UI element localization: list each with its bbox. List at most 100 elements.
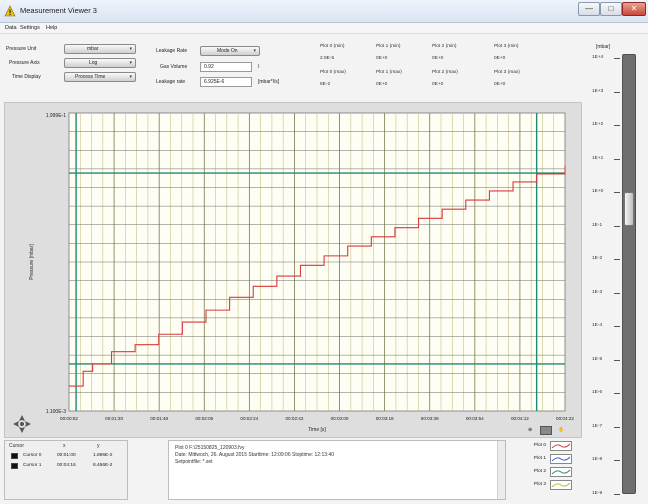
plot-3-max-value: 0E+0: [494, 82, 506, 87]
x-axis-label: Time [s]: [308, 427, 326, 433]
slider-thumb[interactable]: [624, 192, 634, 227]
legend-swatch-plot-1[interactable]: [550, 454, 572, 464]
x-tick-label: 00:01:30: [105, 416, 123, 421]
leakage-rate-unit: [mbar*l/s]: [258, 79, 280, 85]
plot-0-min-value: 2.9E-5: [320, 56, 335, 61]
pressure-axis-select[interactable]: Log ▾: [64, 58, 136, 68]
legend-swatch-plot-2[interactable]: [550, 467, 572, 477]
legend-swatch-plot-0[interactable]: [550, 441, 572, 451]
warning-icon: [4, 5, 16, 17]
gas-volume-label: Gas Volume: [160, 64, 188, 70]
maximize-button[interactable]: □: [600, 2, 622, 16]
minimize-button[interactable]: —: [578, 2, 600, 16]
x-tick-label: 00:02:42: [286, 416, 304, 421]
right-scale-tick: [614, 292, 620, 294]
pressure-range-slider[interactable]: [622, 54, 636, 494]
pressure-unit-select[interactable]: mbar ▾: [64, 44, 136, 54]
menu-data[interactable]: Data: [5, 25, 17, 31]
cursor-x: 00:01:00: [57, 453, 76, 458]
time-display-value: Process Time: [75, 74, 106, 80]
x-tick-label: 00:04:12: [511, 416, 529, 421]
legend-swatch-plot-3[interactable]: [550, 480, 572, 490]
right-scale-tick-label: 1E+3: [592, 88, 604, 94]
title-bar: Measurement Viewer 3 — □ ✕: [0, 0, 648, 23]
cursor-column-header: Cursor: [9, 443, 25, 449]
cursor-color-swatch[interactable]: [11, 463, 18, 469]
plot-1-min-header: Plot 1 (min): [376, 44, 401, 49]
cursor-color-swatch[interactable]: [11, 453, 18, 459]
right-scale-tick: [614, 91, 620, 93]
plot-0-max-header: Plot 0 (max): [320, 70, 346, 75]
right-scale-unit: [mbar]: [596, 44, 611, 50]
plot-1-min-value: 0E+0: [376, 56, 388, 61]
x-tick-label: 00:03:00: [331, 416, 349, 421]
plot-1-max-value: 0E+0: [376, 82, 388, 87]
window-title: Measurement Viewer 3: [20, 6, 97, 15]
y-top-label: 1.999E-1: [46, 113, 67, 119]
right-scale-tick-label: 1E-7: [592, 423, 603, 429]
right-scale-tick: [614, 359, 620, 361]
close-button[interactable]: ✕: [622, 2, 646, 16]
right-scale-tick: [614, 426, 620, 428]
plot-3-min-value: 0E+0: [494, 56, 506, 61]
right-scale-tick-label: 1E+0: [592, 189, 604, 195]
plot-0-min-header: Plot 0 (min): [320, 44, 345, 49]
cursor-name: Cursor 1: [23, 463, 42, 468]
leakage-rate-mode-value: Mode On: [217, 48, 238, 54]
right-scale-tick-label: 1E-1: [592, 222, 603, 228]
right-scale-tick-label: 1E-2: [592, 256, 603, 262]
leakage-rate-mode-select[interactable]: Mode On ▾: [200, 46, 260, 56]
right-scale-tick: [614, 460, 620, 462]
x-tick-label: 00:00:52: [60, 416, 78, 421]
chevron-down-icon: ▾: [253, 48, 256, 54]
y-bottom-label: 1.100E-3: [46, 409, 67, 415]
right-scale-tick-label: 1E+4: [592, 55, 604, 60]
right-scale-tick: [614, 225, 620, 227]
chart-panel[interactable]: 1.999E-1 1.100E-3 Pressure [mbar] 00:00:52 0…: [4, 102, 582, 438]
chevron-down-icon: ▾: [129, 46, 132, 52]
plot-2-min-value: 0E+0: [432, 56, 444, 61]
x-column-header: x: [63, 443, 66, 449]
hand-tool-icon[interactable]: ✋: [558, 427, 564, 433]
selection-tool-icon[interactable]: [540, 426, 552, 435]
plot-legend: Plot 0 Plot 1 Plot 2 Plot 3: [524, 440, 580, 496]
time-display-select[interactable]: Process Time ▾: [64, 72, 136, 82]
x-tick-label: 00:01:48: [150, 416, 168, 421]
x-tick-label: 00:02:24: [240, 416, 258, 421]
leakage-rate-field: 6.925E-6: [200, 77, 252, 87]
file-info-box[interactable]: Plot 0 F:\25150825_120903.fvy Date: Mitt…: [168, 440, 506, 500]
cursor-y: 1.896E-2: [93, 453, 113, 458]
info-scrollbar[interactable]: [497, 441, 505, 499]
right-scale-tick-label: 1E-6: [592, 390, 603, 396]
right-scale-tick-label: 1E-5: [592, 356, 603, 362]
plot-1-max-header: Plot 1 (max): [376, 70, 402, 75]
plot-2-max-header: Plot 2 (max): [432, 70, 458, 75]
application-window: Measurement Viewer 3 — □ ✕ Data Settings…: [0, 0, 648, 504]
right-scale-tick: [614, 259, 620, 261]
y-axis-label: Pressure [mbar]: [29, 244, 35, 280]
right-scale-tick: [614, 192, 620, 194]
legend-label-plot-1: Plot 1: [533, 456, 546, 461]
info-line: Date: Mittwoch, 26. August 2015 Starttim…: [175, 452, 334, 458]
pan-tool-icon[interactable]: [12, 414, 32, 434]
chevron-down-icon: ▾: [129, 74, 132, 80]
chevron-down-icon: ▾: [129, 60, 132, 66]
legend-label-plot-2: Plot 2: [533, 469, 546, 474]
x-tick-label: 00:03:36: [421, 416, 439, 421]
cursor-x: 00:04:16: [57, 463, 76, 468]
x-tick-label: 00:03:18: [376, 416, 394, 421]
menu-help[interactable]: Help: [46, 25, 57, 31]
right-scale-tick: [614, 326, 620, 328]
zoom-icon[interactable]: ⊕: [528, 427, 532, 433]
right-scale: 1E+4 1E+3 1E+2 1E+1 1E+0 1E-1 1E-2 1E-3 1E-4 1E-5…: [582, 52, 648, 500]
gas-volume-input[interactable]: 0.92: [200, 62, 252, 72]
pressure-chart[interactable]: 1.999E-1 1.100E-3 Pressure [mbar] 00:00:52 0…: [5, 103, 583, 439]
legend-label-plot-0: Plot 0: [533, 443, 546, 448]
right-scale-tick: [614, 393, 620, 395]
leakage-rate-label: Leakage rate: [156, 79, 186, 85]
menu-settings[interactable]: Settings: [20, 25, 40, 31]
right-scale-tick-label: 1E-8: [592, 457, 603, 463]
right-scale-tick-label: 1E-9: [592, 491, 603, 496]
right-scale-tick: [614, 58, 620, 59]
pressure-unit-label: Pressure Unit: [6, 46, 37, 52]
